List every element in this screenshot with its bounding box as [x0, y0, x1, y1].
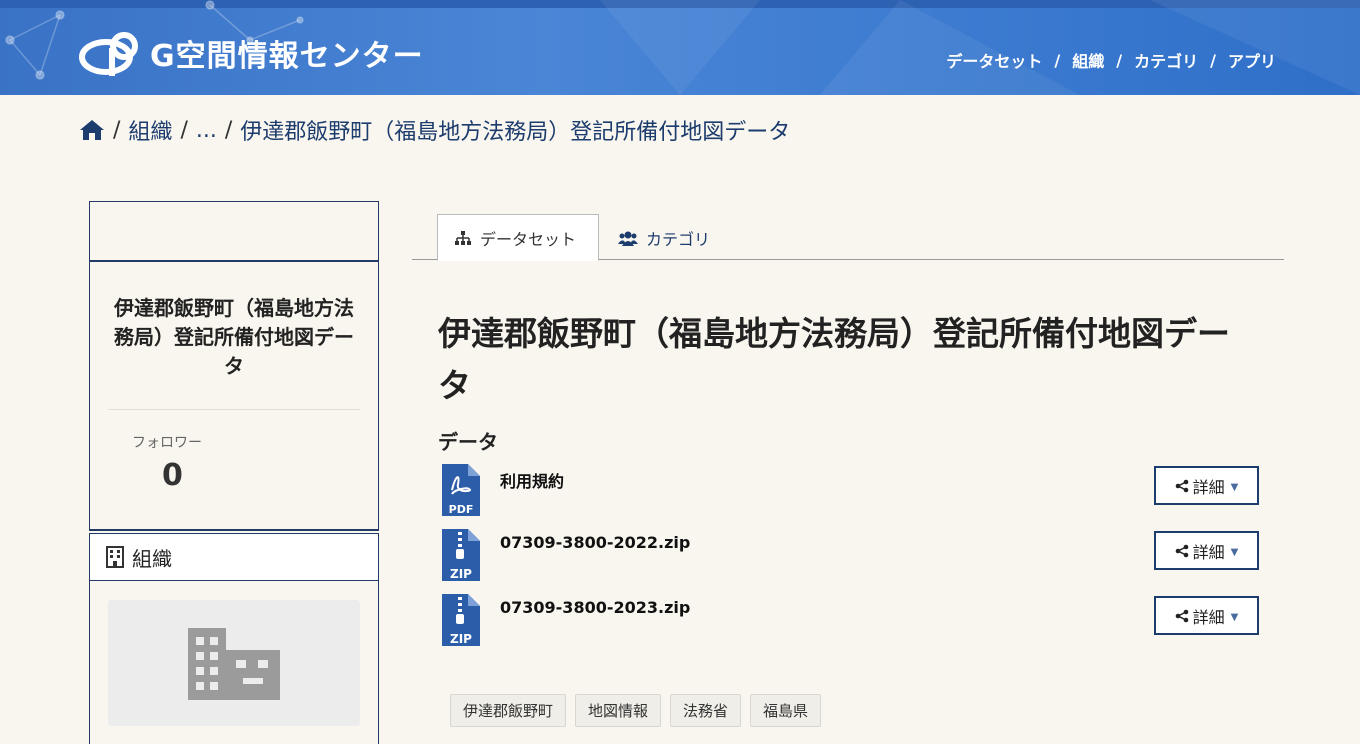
sidebar-image-box [89, 201, 379, 261]
caret-down-icon: ▼ [1230, 482, 1239, 493]
tag[interactable]: 福島県 [750, 694, 822, 727]
building-placeholder-icon [188, 628, 280, 700]
building-icon [106, 546, 124, 568]
breadcrumb: / 組織 / ... / 伊達郡飯野町（福島地方法務局）登記所備付地図データ [79, 114, 790, 146]
resource-item: PDF 利用規約 詳細 ▼ [440, 464, 1260, 518]
sitemap-icon [454, 230, 472, 246]
tab-datasets-label: データセット [480, 229, 577, 249]
resource-item: ZIP 07309-3800-2023.zip 詳細 ▼ [440, 594, 1260, 648]
detail-button-label: 詳細 [1192, 477, 1225, 497]
sidebar-divider [108, 409, 360, 410]
dataset-title: 伊達郡飯野町（福島地方法務局）登記所備付地図データ [438, 314, 1230, 405]
logo-text: G空間情報センター [150, 39, 424, 74]
resources-heading: データ [438, 430, 498, 454]
pdf-file-icon[interactable]: PDF [440, 464, 480, 520]
sidebar-org-section-label: 組織 [132, 546, 172, 571]
top-navigation: データセット / 組織 / カテゴリ / アプリ [946, 48, 1276, 72]
breadcrumb-current[interactable]: 伊達郡飯野町（福島地方法務局）登記所備付地図データ [240, 114, 790, 146]
caret-down-icon: ▼ [1230, 547, 1239, 558]
detail-button[interactable]: 詳細 ▼ [1154, 531, 1259, 570]
share-icon [1175, 609, 1189, 623]
home-icon[interactable] [79, 119, 105, 141]
tab-categories-label: カテゴリ [646, 229, 711, 249]
nav-apps[interactable]: アプリ [1228, 48, 1276, 72]
nav-separator: / [1054, 50, 1061, 70]
nav-organizations[interactable]: 組織 [1072, 48, 1104, 72]
tag[interactable]: 地図情報 [575, 694, 662, 727]
org-image[interactable] [108, 600, 360, 726]
detail-button-label: 詳細 [1192, 542, 1225, 562]
logo-mark-icon [76, 30, 144, 76]
sidebar-org-section-header: 組織 [89, 533, 379, 581]
pdf-label: PDF [449, 503, 474, 516]
detail-button[interactable]: 詳細 ▼ [1154, 466, 1259, 505]
share-icon [1175, 544, 1189, 558]
breadcrumb-separator: / [180, 117, 188, 143]
detail-button[interactable]: 詳細 ▼ [1154, 596, 1259, 635]
caret-down-icon: ▼ [1230, 612, 1239, 623]
zip-label: ZIP [450, 632, 472, 646]
site-header: G空間情報センター データセット / 組織 / カテゴリ / アプリ [0, 0, 1360, 95]
nav-categories[interactable]: カテゴリ [1134, 48, 1198, 72]
tab-bar: データセット カテゴリ [412, 214, 1284, 261]
nav-separator: / [1116, 50, 1123, 70]
breadcrumb-organizations[interactable]: 組織 [128, 114, 172, 146]
users-icon [618, 230, 638, 246]
detail-button-label: 詳細 [1192, 607, 1225, 627]
tag[interactable]: 伊達郡飯野町 [450, 694, 567, 727]
nav-separator: / [1210, 50, 1216, 70]
nav-datasets[interactable]: データセット [946, 48, 1042, 72]
followers-label: フォロワー [132, 435, 202, 451]
zip-label: ZIP [450, 567, 472, 581]
tab-categories[interactable]: カテゴリ [602, 214, 732, 261]
sidebar-org-name: 伊達郡飯野町（福島地方法務局）登記所備付地図データ [114, 296, 354, 378]
followers-count: 0 [162, 458, 183, 493]
resource-name[interactable]: 利用規約 [500, 468, 564, 492]
resource-name[interactable]: 07309-3800-2022.zip [500, 533, 690, 552]
site-logo[interactable]: G空間情報センター [76, 30, 424, 76]
zip-file-icon[interactable]: ZIP [440, 594, 480, 650]
zip-file-icon[interactable]: ZIP [440, 529, 480, 585]
tab-datasets[interactable]: データセット [437, 214, 599, 261]
breadcrumb-separator: / [224, 117, 233, 143]
resource-name[interactable]: 07309-3800-2023.zip [500, 598, 690, 617]
sidebar-org-card: 伊達郡飯野町（福島地方法務局）登記所備付地図データ フォロワー 0 [89, 260, 379, 531]
sidebar-org-image-area [89, 580, 379, 744]
tag[interactable]: 法務省 [670, 694, 742, 727]
tag-list: 伊達郡飯野町 地図情報 法務省 福島県 [450, 694, 830, 727]
share-icon [1175, 479, 1189, 493]
breadcrumb-separator: / [113, 117, 121, 143]
breadcrumb-ellipsis[interactable]: ... [196, 118, 217, 143]
resource-item: ZIP 07309-3800-2022.zip 詳細 ▼ [440, 529, 1260, 583]
